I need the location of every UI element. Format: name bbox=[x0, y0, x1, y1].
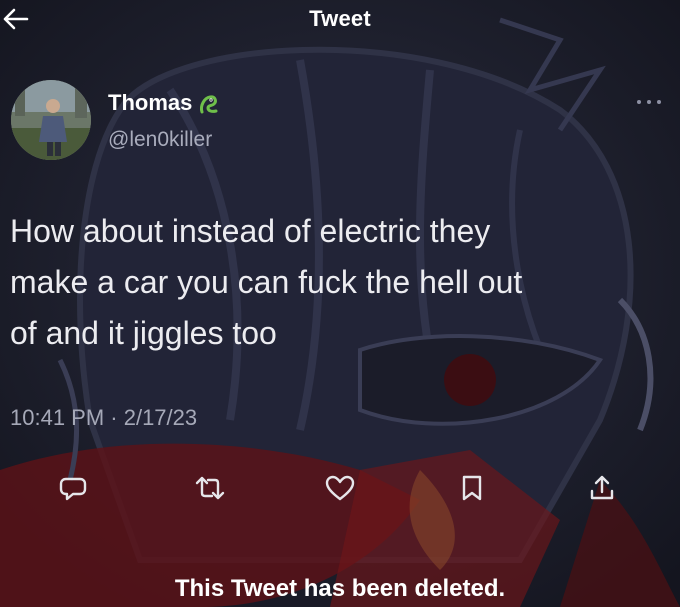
reply-icon bbox=[59, 477, 87, 501]
retweet-icon bbox=[195, 476, 225, 500]
reply-button[interactable] bbox=[53, 470, 93, 506]
green-creature-emoji-icon bbox=[196, 92, 218, 114]
share-button[interactable] bbox=[582, 470, 622, 506]
avatar[interactable] bbox=[11, 80, 91, 160]
tweet-text: How about instead of electric they make … bbox=[10, 213, 523, 351]
like-button[interactable] bbox=[320, 470, 360, 506]
tweet-action-bar bbox=[0, 466, 680, 510]
more-dots-icon bbox=[637, 100, 661, 104]
share-icon bbox=[590, 475, 614, 500]
author-name-row[interactable]: Thomas bbox=[108, 88, 218, 118]
profile-photo bbox=[11, 80, 91, 160]
overlay-caption: This Tweet has been deleted. bbox=[174, 575, 506, 602]
like-icon bbox=[325, 475, 355, 501]
bookmark-icon bbox=[462, 475, 482, 501]
tweet-timestamp[interactable]: 10:41 PM · 2/17/23 bbox=[10, 405, 197, 431]
display-name: Thomas bbox=[108, 90, 193, 115]
page-title: Tweet bbox=[309, 6, 371, 31]
top-bar: Tweet bbox=[0, 0, 680, 40]
user-handle[interactable]: @len0killer bbox=[108, 128, 212, 152]
retweet-button[interactable] bbox=[190, 470, 230, 506]
more-options-button[interactable] bbox=[634, 92, 666, 110]
bookmark-button[interactable] bbox=[452, 470, 492, 506]
